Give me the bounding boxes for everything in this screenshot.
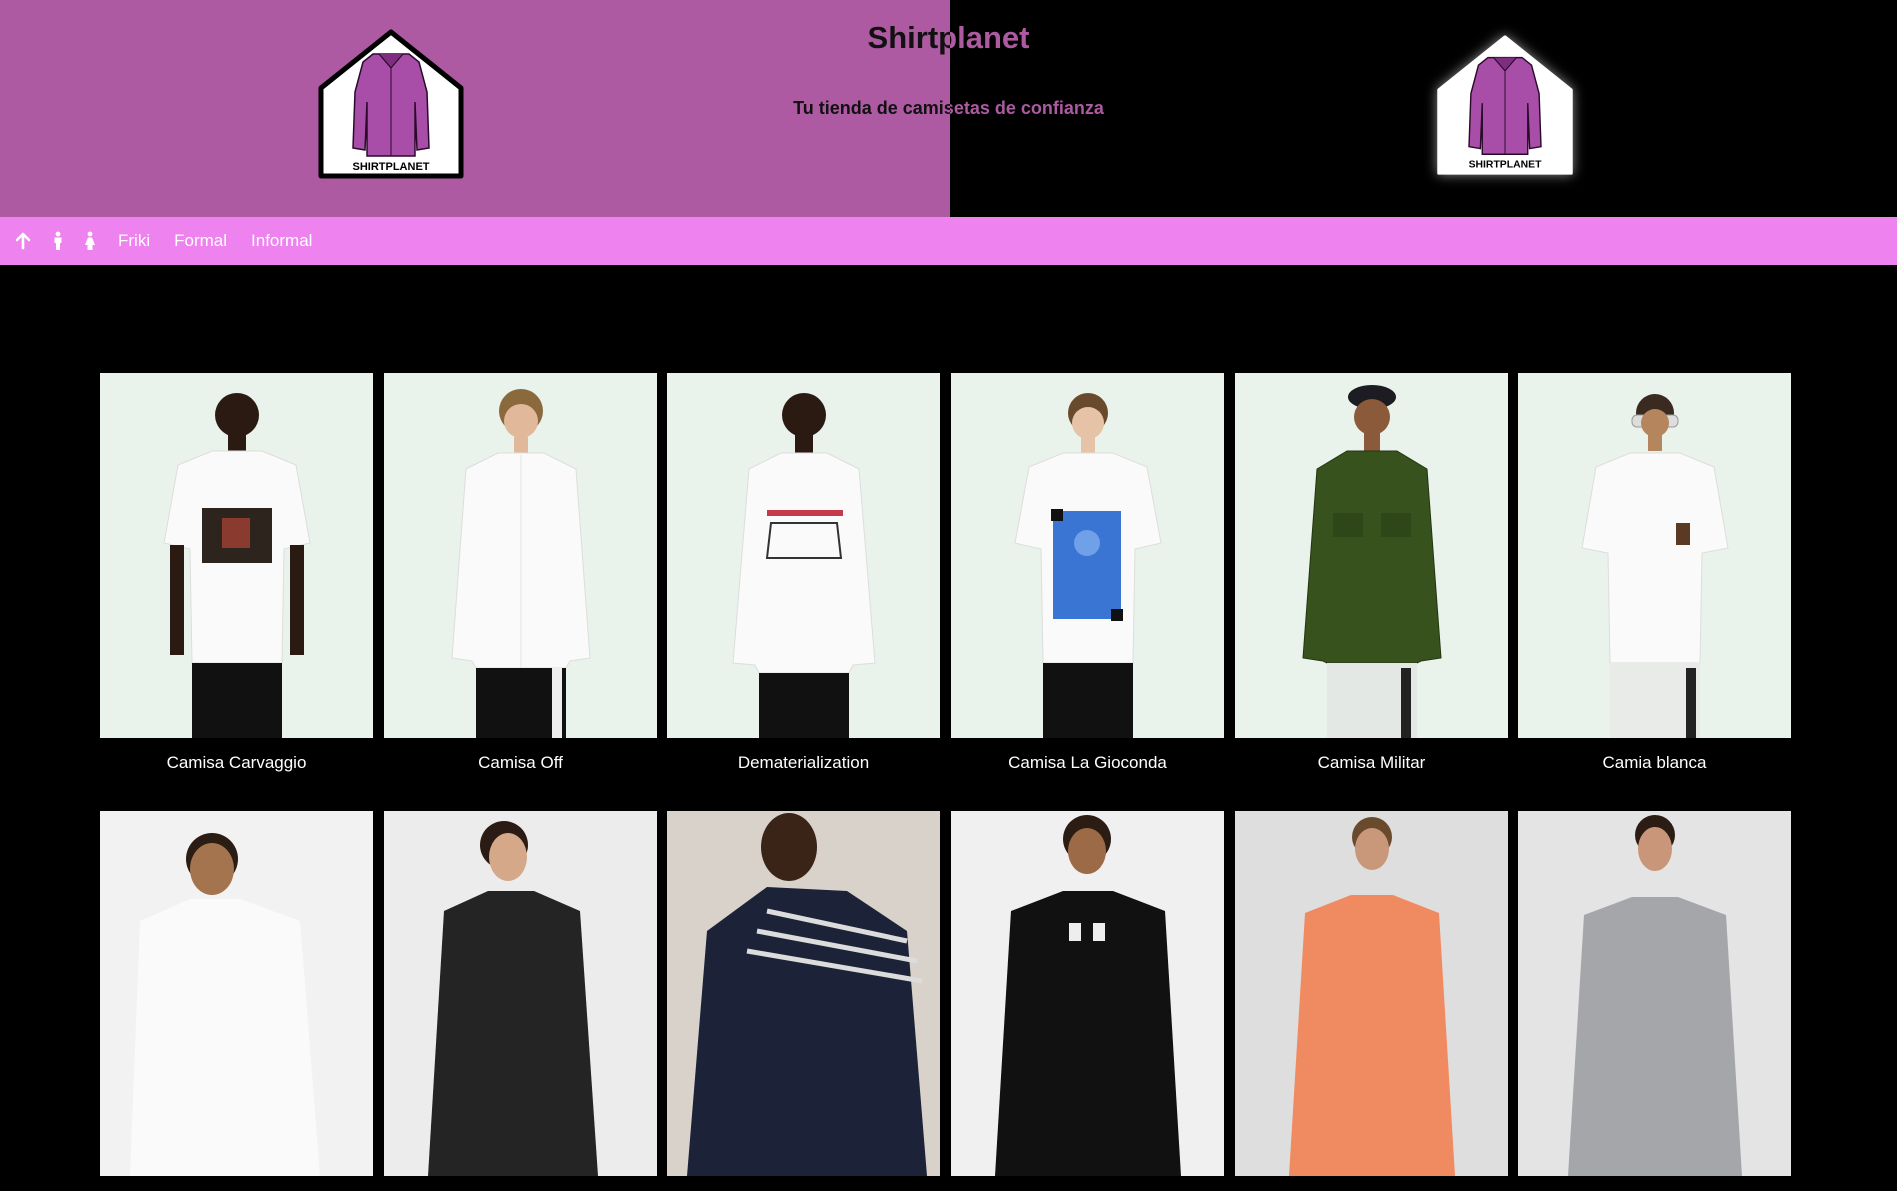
product-card[interactable]	[100, 811, 373, 1191]
main-nav: Friki Formal Informal	[0, 217, 1897, 265]
product-card[interactable]	[1235, 811, 1508, 1191]
nav-men[interactable]	[42, 217, 74, 265]
nav-women[interactable]	[74, 217, 106, 265]
arrow-up-icon	[15, 232, 31, 250]
product-image[interactable]	[384, 811, 657, 1176]
product-image[interactable]	[1235, 811, 1508, 1176]
product-image[interactable]	[951, 373, 1224, 738]
product-image[interactable]	[951, 811, 1224, 1176]
site-title: Shirtplanet	[0, 20, 1897, 56]
product-image[interactable]	[1518, 373, 1791, 738]
product-card[interactable]: Camisa Carvaggio	[100, 373, 373, 773]
nav-item-friki[interactable]: Friki	[106, 217, 162, 265]
product-card[interactable]: Camisa Off	[384, 373, 657, 773]
product-card[interactable]: Dematerialization	[667, 373, 940, 773]
product-card[interactable]: Camia blanca	[1518, 373, 1791, 773]
product-image[interactable]	[100, 373, 373, 738]
product-image[interactable]	[1235, 373, 1508, 738]
female-icon	[85, 231, 95, 250]
male-icon	[54, 231, 62, 250]
nav-item-formal[interactable]: Formal	[162, 217, 239, 265]
product-card[interactable]	[1518, 811, 1791, 1191]
product-image[interactable]	[667, 811, 940, 1176]
product-image[interactable]	[384, 373, 657, 738]
product-card[interactable]: Camisa La Gioconda	[951, 373, 1224, 773]
product-card[interactable]	[384, 811, 657, 1191]
product-name[interactable]: Dematerialization	[667, 753, 940, 773]
product-card[interactable]	[951, 811, 1224, 1191]
product-card[interactable]: Camisa Militar	[1235, 373, 1508, 773]
svg-text:SHIRTPLANET: SHIRTPLANET	[1469, 160, 1542, 171]
product-name[interactable]: Camia blanca	[1518, 753, 1791, 773]
nav-item-informal[interactable]: Informal	[239, 217, 324, 265]
site-header: SHIRTPLANET SHIRTPLANET Shirtplanet Tu t…	[0, 0, 1897, 217]
svg-text:SHIRTPLANET: SHIRTPLANET	[353, 161, 430, 173]
product-image[interactable]	[667, 373, 940, 738]
product-image[interactable]	[1518, 811, 1791, 1176]
product-image[interactable]	[100, 811, 373, 1176]
nav-home-up[interactable]	[0, 217, 42, 265]
product-name[interactable]: Camisa Militar	[1235, 753, 1508, 773]
site-tagline: Tu tienda de camisetas de confianza	[0, 98, 1897, 119]
product-card[interactable]	[667, 811, 940, 1191]
product-name[interactable]: Camisa Off	[384, 753, 657, 773]
product-name[interactable]: Camisa Carvaggio	[100, 753, 373, 773]
product-name[interactable]: Camisa La Gioconda	[951, 753, 1224, 773]
